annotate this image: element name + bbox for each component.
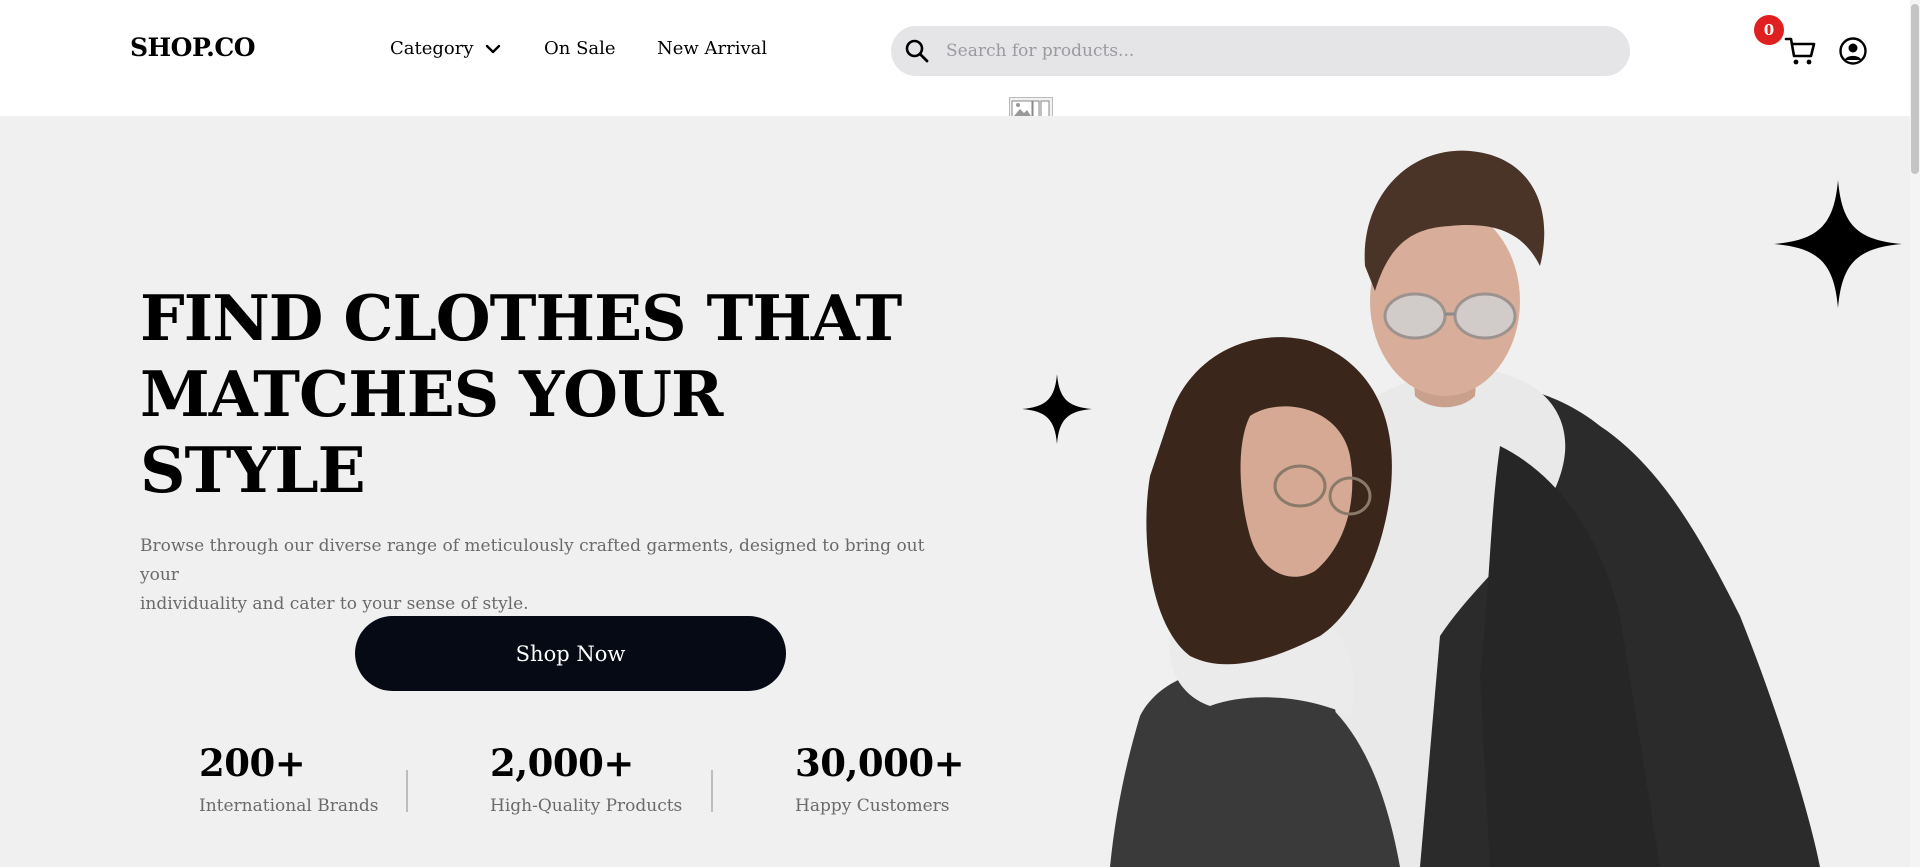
shop-now-button[interactable]: Shop Now bbox=[355, 616, 786, 691]
stat-divider bbox=[406, 770, 408, 812]
sparkle-icon bbox=[1022, 374, 1092, 444]
logo[interactable]: SHOP.CO bbox=[130, 33, 256, 62]
stat-divider bbox=[711, 770, 713, 812]
sparkle-icon bbox=[1774, 180, 1902, 308]
nav-on-sale[interactable]: On Sale bbox=[544, 38, 657, 59]
hero-description: Browse through our diverse range of meti… bbox=[140, 532, 940, 619]
stat-label: Happy Customers bbox=[795, 796, 950, 816]
description-line: individuality and cater to your sense of… bbox=[140, 594, 529, 614]
hero-section: FIND CLOTHES THAT MATCHES YOUR STYLE Bro… bbox=[0, 116, 1910, 867]
search-input[interactable] bbox=[946, 41, 1546, 61]
nav-on-sale-label: On Sale bbox=[544, 38, 616, 59]
stat-value: 30,000+ bbox=[795, 741, 965, 785]
chevron-down-icon bbox=[484, 40, 502, 58]
search-bar bbox=[891, 26, 1630, 76]
stat-value: 200+ bbox=[199, 741, 306, 785]
nav-category-label: Category bbox=[390, 38, 474, 59]
hero-headline: FIND CLOTHES THAT MATCHES YOUR STYLE bbox=[140, 280, 902, 508]
stat-customers: 30,000+ Happy Customers bbox=[795, 741, 965, 816]
headline-line: STYLE bbox=[140, 433, 366, 507]
search-icon[interactable] bbox=[903, 37, 931, 65]
nav-new-arrival[interactable]: New Arrival bbox=[657, 38, 767, 59]
nav-category[interactable]: Category bbox=[390, 38, 544, 59]
scrollbar-thumb[interactable] bbox=[1911, 4, 1919, 174]
stat-label: High-Quality Products bbox=[490, 796, 683, 816]
account-icon[interactable] bbox=[1838, 36, 1868, 66]
stat-products: 2,000+ High-Quality Products bbox=[490, 741, 682, 816]
nav-new-arrival-label: New Arrival bbox=[657, 38, 768, 59]
headline-line: MATCHES YOUR bbox=[140, 357, 723, 431]
description-line: Browse through our diverse range of meti… bbox=[140, 536, 925, 585]
stat-brands: 200+ International Brands bbox=[199, 741, 379, 816]
cart-icon[interactable] bbox=[1784, 34, 1818, 68]
stat-label: International Brands bbox=[199, 796, 379, 816]
cart-count-badge: 0 bbox=[1754, 15, 1784, 45]
stat-value: 2,000+ bbox=[490, 741, 634, 785]
headline-line: FIND CLOTHES THAT bbox=[140, 281, 902, 355]
site-header: SHOP.CO Category On Sale New Arrival 0 bbox=[0, 0, 1910, 123]
main-nav: Category On Sale New Arrival bbox=[390, 38, 767, 59]
